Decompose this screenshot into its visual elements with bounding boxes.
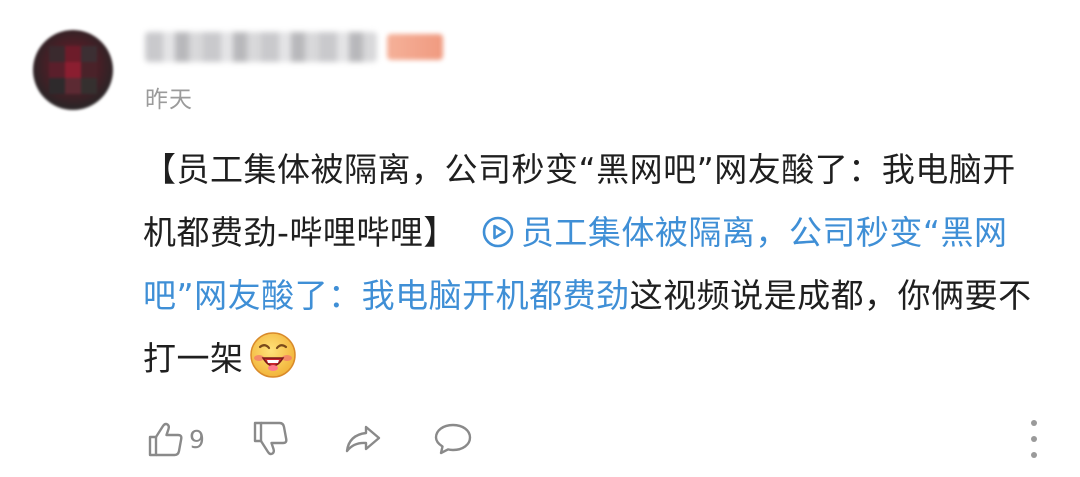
- play-circle-icon[interactable]: [481, 215, 515, 249]
- comment-actions: 9: [145, 417, 474, 461]
- thumbs-up-icon: [148, 422, 183, 457]
- vertical-ellipsis-icon: [1031, 420, 1037, 426]
- chat-bubble-icon: [434, 423, 472, 455]
- reply-button[interactable]: [432, 417, 474, 461]
- username-blurred: [145, 32, 377, 62]
- level-badge: [387, 34, 443, 60]
- thumbs-down-icon: [253, 421, 288, 456]
- ellipsis-dot: [1031, 452, 1037, 458]
- avatar[interactable]: [33, 30, 113, 110]
- share-arrow-icon: [345, 425, 381, 453]
- comment-content: 【员工集体被隔离，公司秒变“黑网吧”网友酸了：我电脑开机都费劲-哔哩哔哩】 员工…: [143, 138, 1033, 390]
- username[interactable]: [145, 30, 443, 64]
- like-count: 9: [189, 424, 205, 454]
- ellipsis-dot: [1031, 436, 1037, 442]
- like-button[interactable]: 9: [145, 417, 205, 461]
- more-options-button[interactable]: [1021, 420, 1047, 458]
- comment-time: 昨天: [145, 87, 193, 113]
- dislike-button[interactable]: [250, 417, 292, 461]
- share-button[interactable]: [342, 417, 384, 461]
- grinning-face-emoji: [249, 332, 296, 378]
- comment-card: 昨天 【员工集体被隔离，公司秒变“黑网吧”网友酸了：我电脑开机都费劲-哔哩哔哩】…: [0, 0, 1080, 477]
